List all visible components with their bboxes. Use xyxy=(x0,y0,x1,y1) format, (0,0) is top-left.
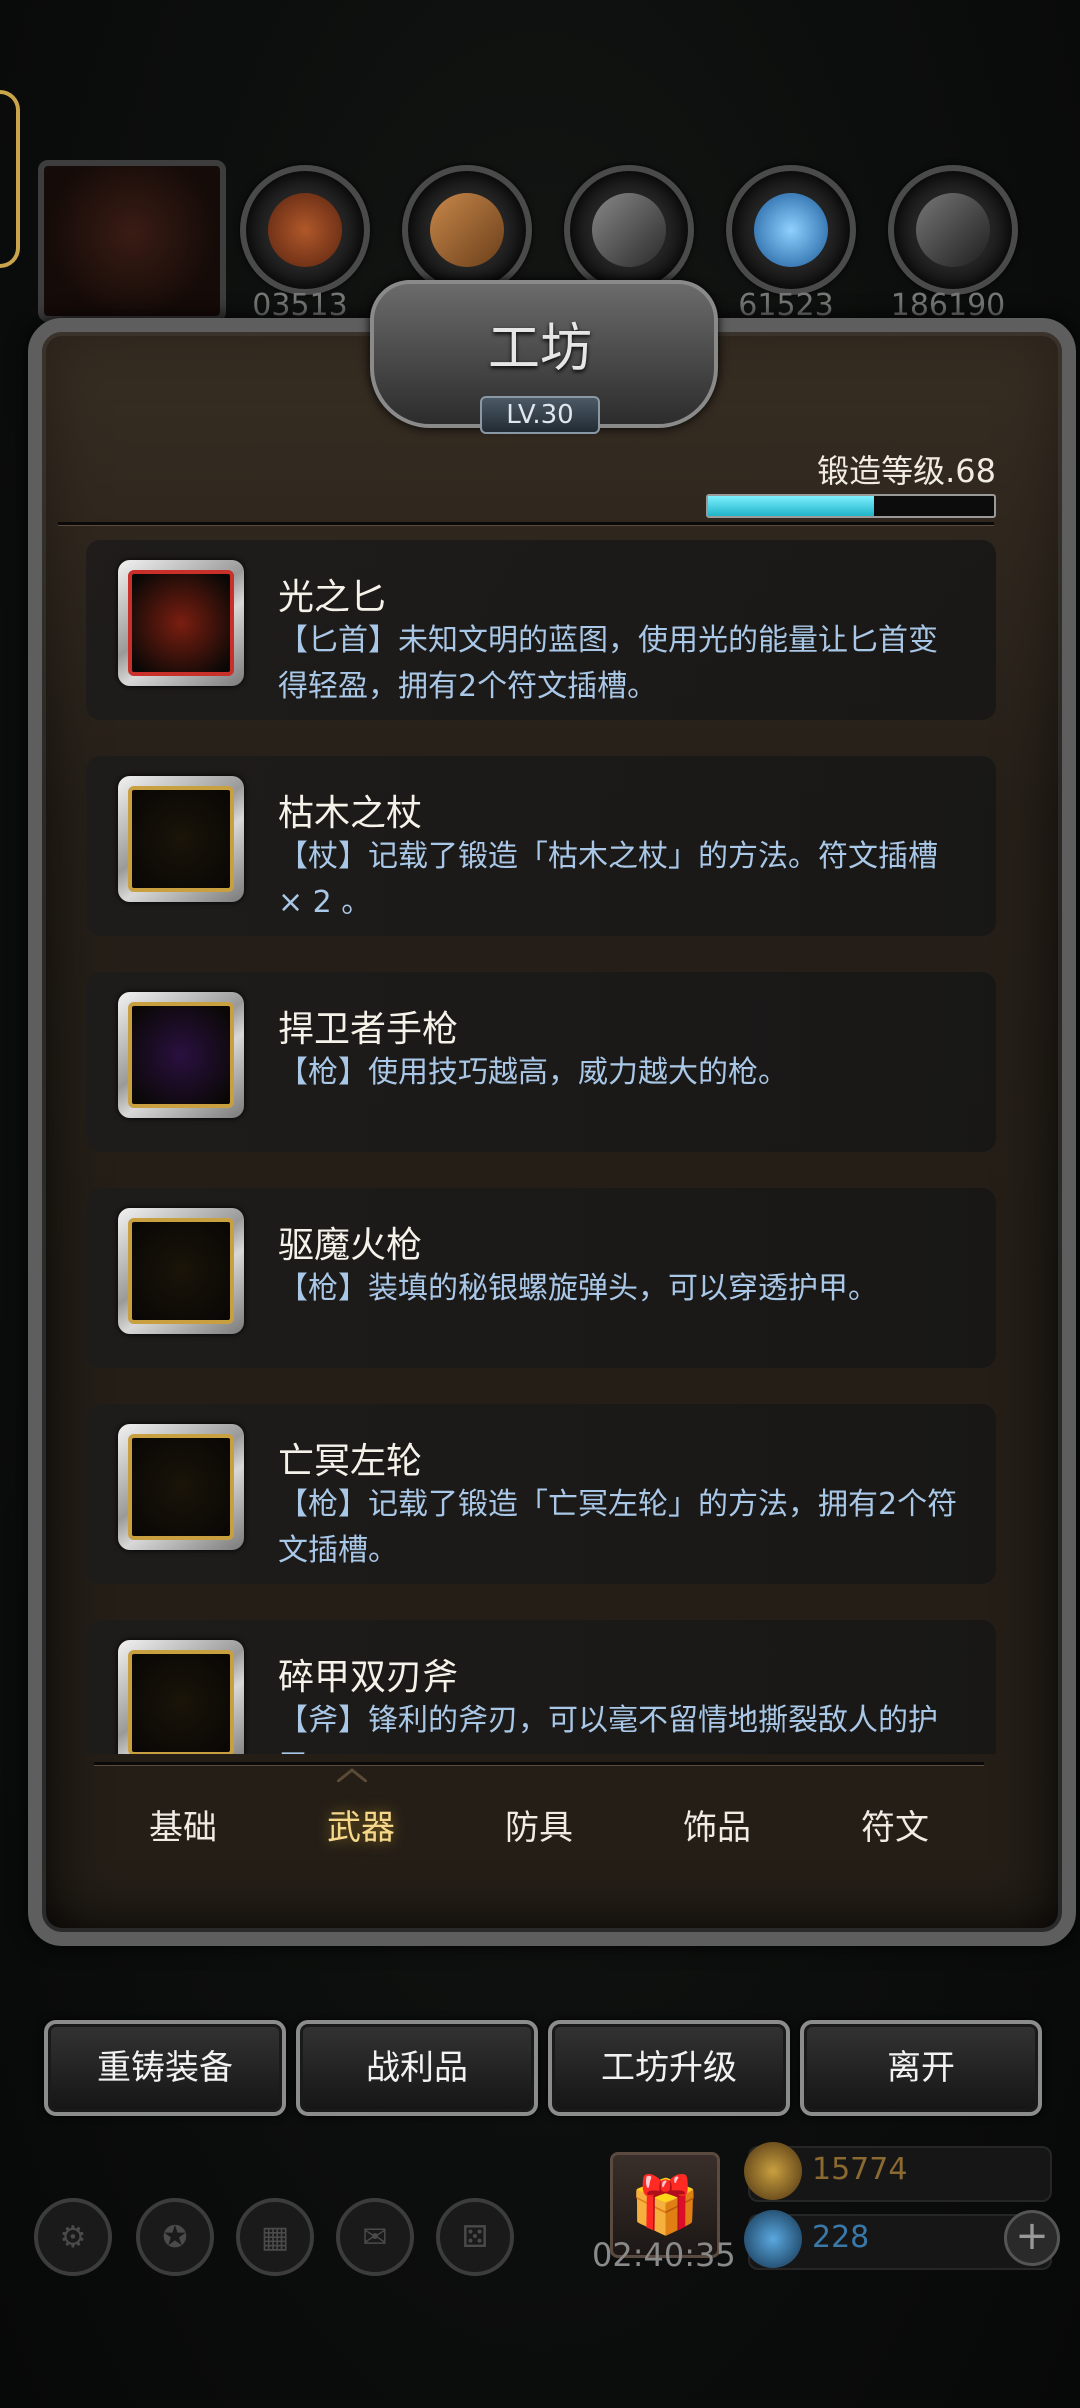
demon-portrait[interactable] xyxy=(38,160,226,322)
guild-icon[interactable]: ▦ xyxy=(236,2198,314,2276)
item-icon-frame xyxy=(118,1208,244,1334)
item-name: 亡冥左轮 xyxy=(278,1441,423,1482)
tabs-divider xyxy=(94,1762,984,1765)
resource-slot-2 xyxy=(402,165,532,295)
loot-button[interactable]: 战利品 xyxy=(296,2020,538,2116)
revolver-icon xyxy=(128,1434,234,1540)
page-title: 工坊 xyxy=(487,319,592,379)
crystal-resource-icon xyxy=(754,193,828,267)
tab-basic[interactable]: 基础 xyxy=(94,1768,272,1888)
item-icon-frame xyxy=(118,1424,244,1550)
item-description: 【斧】锋利的斧刃，可以毫不留情地撕裂敌人的护甲。 xyxy=(278,1703,938,1754)
item-description: 【杖】记载了锻造「枯木之杖」的方法。符文插槽× 2 。 xyxy=(278,839,938,920)
defender-pistol-icon xyxy=(128,1002,234,1108)
tab-weapons[interactable]: 武器 xyxy=(272,1768,450,1888)
gold-amount: 15774 xyxy=(812,2152,908,2187)
wood-resource-icon xyxy=(430,193,504,267)
tab-accessories[interactable]: 饰品 xyxy=(628,1768,806,1888)
item-description: 【枪】使用技巧越高，威力越大的枪。 xyxy=(278,1055,788,1090)
item-name: 驱魔火枪 xyxy=(278,1225,423,1266)
header-divider xyxy=(58,522,994,525)
forge-progress-bar xyxy=(706,494,996,518)
workshop-level-badge: LV.30 xyxy=(480,396,600,434)
item-name: 捍卫者手枪 xyxy=(278,1009,459,1050)
forge-progress-fill xyxy=(708,496,874,516)
item-list[interactable]: 光之匕【匕首】未知文明的蓝图，使用光的能量让匕首变得轻盈，拥有2个符文插槽。枯木… xyxy=(86,540,996,1754)
list-item[interactable]: 枯木之杖【杖】记载了锻造「枯木之杖」的方法。符文插槽× 2 。 xyxy=(86,756,996,936)
stone-resource-icon xyxy=(916,193,990,267)
item-icon-frame xyxy=(118,776,244,902)
upgrade-workshop-button[interactable]: 工坊升级 xyxy=(548,2020,790,2116)
leave-button[interactable]: 离开 xyxy=(800,2020,1042,2116)
resource-slot-3 xyxy=(564,165,694,295)
list-item[interactable]: 碎甲双刃斧【斧】锋利的斧刃，可以毫不留情地撕裂敌人的护甲。 xyxy=(86,1620,996,1754)
exorcist-musket-icon xyxy=(128,1218,234,1324)
double-axe-icon xyxy=(128,1650,234,1754)
tab-armor[interactable]: 防具 xyxy=(450,1768,628,1888)
dice-icon[interactable]: ⚄ xyxy=(436,2198,514,2276)
forge-level-label: 锻造等级.68 xyxy=(817,452,996,490)
list-item[interactable]: 捍卫者手枪【枪】使用技巧越高，威力越大的枪。 xyxy=(86,972,996,1152)
list-item[interactable]: 亡冥左轮【枪】记载了锻造「亡冥左轮」的方法，拥有2个符文插槽。 xyxy=(86,1404,996,1584)
item-name: 枯木之杖 xyxy=(278,793,423,834)
resource-slot-4 xyxy=(726,165,856,295)
item-description: 【匕首】未知文明的蓝图，使用光的能量让匕首变得轻盈，拥有2个符文插槽。 xyxy=(278,623,938,704)
achievement-icon[interactable]: ✪ xyxy=(136,2198,214,2276)
item-icon-frame xyxy=(118,992,244,1118)
item-description: 【枪】装填的秘银螺旋弹头，可以穿透护甲。 xyxy=(278,1271,878,1306)
list-item[interactable]: 光之匕【匕首】未知文明的蓝图，使用光的能量让匕首变得轻盈，拥有2个符文插槽。 xyxy=(86,540,996,720)
item-icon-frame xyxy=(118,1640,244,1754)
resource-slot-1 xyxy=(240,165,370,295)
gift-timer: 02:40:35 xyxy=(592,2236,736,2274)
gold-coin-icon xyxy=(744,2142,802,2200)
reforge-equipment-button[interactable]: 重铸装备 xyxy=(44,2020,286,2116)
iron-resource-icon xyxy=(592,193,666,267)
tab-runes[interactable]: 符文 xyxy=(806,1768,984,1888)
item-icon-frame xyxy=(118,560,244,686)
glowing-dagger-icon xyxy=(128,570,234,676)
add-currency-button[interactable]: + xyxy=(1004,2210,1060,2266)
gem-icon xyxy=(744,2210,802,2268)
category-tabs: 基础 武器 防具 饰品 符文 xyxy=(94,1768,984,1888)
resource-slot-5 xyxy=(888,165,1018,295)
item-name: 光之匕 xyxy=(278,577,387,618)
mail-icon[interactable]: ✉ xyxy=(336,2198,414,2276)
list-item[interactable]: 驱魔火枪【枪】装填的秘银螺旋弹头，可以穿透护甲。 xyxy=(86,1188,996,1368)
settings-icon[interactable]: ⚙ xyxy=(34,2198,112,2276)
item-description: 【枪】记载了锻造「亡冥左轮」的方法，拥有2个符文插槽。 xyxy=(278,1487,958,1568)
leather-resource-icon xyxy=(268,193,342,267)
gem-amount: 228 xyxy=(812,2220,870,2255)
left-edge-tab[interactable] xyxy=(0,90,20,268)
withered-staff-icon xyxy=(128,786,234,892)
item-name: 碎甲双刃斧 xyxy=(278,1657,459,1698)
